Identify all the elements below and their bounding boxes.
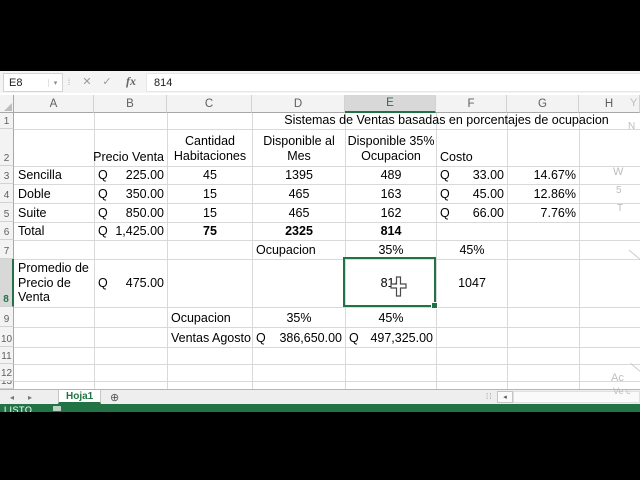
insert-function-icon[interactable]: fx [121,73,141,90]
row-header-6[interactable]: 6 [0,222,14,240]
column-header-A[interactable]: A [14,95,94,113]
row-header-2[interactable]: 2 [0,129,14,166]
cell-B4[interactable]: Q350.00 [94,184,167,203]
cell-C10[interactable]: Ventas Agosto [167,327,252,347]
status-bar: LISTO [0,404,640,412]
cell-E2[interactable]: Disponible 35%Ocupacion [345,129,436,166]
cell-G4[interactable]: 12.86% [507,184,579,203]
row-header-13[interactable]: 13 [0,381,14,389]
enter-icon[interactable]: ✓ [99,73,115,90]
cell-B8[interactable]: Q475.00 [94,259,167,307]
row-header-4[interactable]: 4 [0,184,14,203]
cell-B3[interactable]: Q225.00 [94,166,167,184]
column-header-F[interactable]: F [436,95,507,113]
tab-splitter-icon[interactable]: ⁞⁞ [486,392,492,401]
row-header-5[interactable]: 5 [0,203,14,222]
cell-D2[interactable]: Disponible alMes [252,129,345,166]
cell-C5[interactable]: 15 [167,203,252,222]
cell-E5[interactable]: 162 [345,203,436,222]
hscroll-track[interactable] [513,391,640,403]
formula-bar: E8 ▾ ⁞ ✕ ✓ fx 814 [0,71,640,93]
column-header-C[interactable]: C [167,95,252,113]
cell-F4[interactable]: Q45.00 [436,184,507,203]
cell-F7[interactable]: 45% [436,240,507,259]
cell-F2[interactable]: Costo [436,129,507,166]
cell-B6[interactable]: Q1,425.00 [94,222,167,240]
sheet-nav-left-icon[interactable]: ◂ [10,393,14,402]
cell-C9[interactable]: Ocupacion [167,307,252,327]
cell-D7[interactable]: Ocupacion [252,240,345,259]
cell-C4[interactable]: 15 [167,184,252,203]
column-header-D[interactable]: D [252,95,345,113]
cell-E6[interactable]: 814 [345,222,436,240]
cell-C3[interactable]: 45 [167,166,252,184]
watermark-fragment: 5 [616,185,622,196]
row-header-12[interactable]: 12 [0,364,14,381]
add-sheet-icon[interactable]: ⊕ [110,391,119,404]
macro-record-icon[interactable] [53,406,61,411]
cell-C2[interactable]: CantidadHabitaciones [167,129,252,166]
sheet-tab-hoja1[interactable]: Hoja1 [58,390,101,404]
row-header-7[interactable]: 7 [0,240,14,259]
cell-D9[interactable]: 35% [252,307,345,327]
row-header-10[interactable]: 10 [0,327,14,347]
column-header-B[interactable]: B [94,95,167,113]
cell-E3[interactable]: 489 [345,166,436,184]
watermark-fragment: Ac [611,372,624,384]
sheet-nav-right-icon[interactable]: ▸ [28,393,32,402]
excel-window: E8 ▾ ⁞ ✕ ✓ fx 814 ABCDEFGH 1234567891011… [0,0,640,480]
cell-D3[interactable]: 1395 [252,166,345,184]
column-header-G[interactable]: G [507,95,579,113]
cell-D5[interactable]: 465 [252,203,345,222]
cell-A5[interactable]: Suite [14,203,94,222]
column-header-E[interactable]: E [345,95,436,113]
cell-F5[interactable]: Q66.00 [436,203,507,222]
cancel-icon[interactable]: ✕ [79,73,95,90]
sheet-tab-bar: ◂ ▸ Hoja1 ⊕ ⁞⁞ ◂ [0,389,640,404]
row-header-1[interactable]: 1 [0,113,14,129]
cell-E8-selected[interactable]: 814 [345,259,436,307]
letterbox-top [0,0,640,71]
gridline [0,381,640,382]
cell-G3[interactable]: 14.67% [507,166,579,184]
cell-G5[interactable]: 7.76% [507,203,579,222]
cell-E9[interactable]: 45% [345,307,436,327]
gridline [0,347,640,348]
watermark-fragment: T [617,203,623,214]
formula-bar-handle-icon: ⁞ [65,73,73,90]
formula-input[interactable]: 814 [146,73,640,92]
cell-E7[interactable]: 35% [345,240,436,259]
name-box-dropdown-icon[interactable]: ▾ [48,79,62,87]
cell-D6[interactable]: 2325 [252,222,345,240]
status-mode-label: LISTO [4,405,32,412]
cell-B5[interactable]: Q850.00 [94,203,167,222]
cell-A3[interactable]: Sencilla [14,166,94,184]
cell-C6[interactable]: 75 [167,222,252,240]
formula-value: 814 [154,77,172,89]
letterbox-bottom [0,412,640,480]
cell-A6[interactable]: Total [14,222,94,240]
cell-E4[interactable]: 163 [345,184,436,203]
cell-F3[interactable]: Q33.00 [436,166,507,184]
cell-A4[interactable]: Doble [14,184,94,203]
cell-D10[interactable]: Q386,650.00 [252,327,345,347]
column-header-H[interactable]: H [579,95,640,113]
cell-F8[interactable]: 1047 [436,259,507,307]
row-header-3[interactable]: 3 [0,166,14,184]
cell-title-D1[interactable]: Sistemas de Ventas basadas en porcentaje… [252,113,640,129]
row-header-11[interactable]: 11 [0,347,14,364]
name-box[interactable]: E8 ▾ [3,73,63,92]
cell-E10[interactable]: Q497,325.00 [345,327,436,347]
cell-D4[interactable]: 465 [252,184,345,203]
cell-B2[interactable]: Precio Venta [94,129,167,166]
row-header-8[interactable]: 8 [0,259,14,307]
name-box-value: E8 [4,77,48,89]
row-header-9[interactable]: 9 [0,307,14,327]
gridline [0,364,640,365]
hscroll-left-icon[interactable]: ◂ [497,391,513,403]
cell-A8[interactable]: Promedio de Precio de Venta [14,259,94,307]
select-all-corner[interactable] [0,95,14,113]
watermark-fragment: W [613,166,623,178]
